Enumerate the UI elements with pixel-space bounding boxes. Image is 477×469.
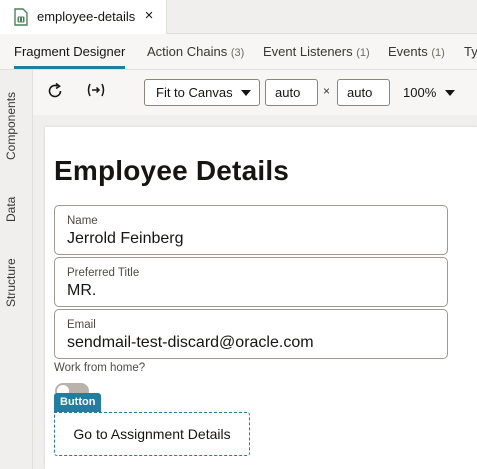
name-field[interactable]: Name Jerrold Feinberg (54, 205, 448, 255)
tab-action-chains[interactable]: Action Chains (3) (147, 44, 244, 59)
tab-fragment-designer[interactable]: Fragment Designer (14, 44, 125, 59)
file-tab-employee-details[interactable]: employee-details × (0, 0, 167, 34)
chevron-down-icon (241, 90, 251, 96)
expand-width-icon[interactable] (85, 82, 107, 104)
structure-panel-tab[interactable]: Structure (4, 255, 28, 311)
name-field-label: Name (67, 215, 98, 227)
fit-to-canvas-select[interactable]: Fit to Canvas (144, 79, 260, 106)
tab-event-listeners[interactable]: Event Listeners (1) (263, 44, 370, 59)
refresh-icon[interactable] (44, 82, 66, 104)
file-tab-label: employee-details (37, 9, 136, 24)
tab-count: (1) (356, 47, 370, 59)
canvas-area: Employee Details Name Jerrold Feinberg P… (33, 115, 477, 469)
editor-tab-strip: employee-details × (0, 0, 477, 34)
component-type-badge: Button (54, 393, 102, 412)
canvas-height-input[interactable] (337, 79, 390, 106)
tab-label: Ty (464, 44, 477, 59)
preferred-title-field-value: MR. (67, 282, 97, 299)
email-field-label: Email (67, 319, 96, 331)
zoom-select[interactable]: 100% (403, 85, 436, 100)
tab-count: (1) (431, 47, 445, 59)
tab-label: Fragment Designer (14, 44, 126, 59)
designer-tabs: Fragment Designer Action Chains (3) Even… (0, 34, 477, 70)
components-panel-tab[interactable]: Components (4, 88, 28, 164)
work-from-home-label: Work from home? (54, 362, 146, 374)
go-to-assignment-details-button[interactable]: Go to Assignment Details (54, 412, 250, 456)
tab-label: Events (388, 44, 428, 59)
zoom-chevron-down-icon[interactable] (445, 90, 455, 96)
canvas-width-input[interactable] (265, 79, 318, 106)
email-field-value: sendmail-test-discard@oracle.com (67, 334, 314, 351)
active-tab-indicator (14, 66, 125, 69)
preferred-title-field-label: Preferred Title (67, 267, 140, 279)
tab-label: Event Listeners (263, 44, 353, 59)
dimension-separator: × (323, 84, 331, 98)
data-panel-tab[interactable]: Data (4, 194, 28, 224)
design-canvas[interactable]: Employee Details Name Jerrold Feinberg P… (45, 127, 477, 469)
fit-to-canvas-label: Fit to Canvas (156, 85, 233, 100)
fragment-file-icon (14, 8, 28, 26)
button-label: Go to Assignment Details (73, 426, 231, 442)
left-panel-rail: Components Data Structure (0, 70, 33, 469)
tab-types[interactable]: Ty (464, 44, 477, 59)
page-title[interactable]: Employee Details (54, 155, 289, 187)
tab-events[interactable]: Events (1) (388, 44, 445, 59)
email-field[interactable]: Email sendmail-test-discard@oracle.com (54, 309, 448, 359)
tab-count: (3) (230, 47, 245, 59)
preferred-title-field[interactable]: Preferred Title MR. (54, 257, 448, 307)
close-icon[interactable]: × (141, 6, 157, 26)
name-field-value: Jerrold Feinberg (67, 230, 184, 247)
tab-label: Action Chains (147, 44, 228, 59)
designer-toolbar: Fit to Canvas × 100% (33, 70, 477, 115)
